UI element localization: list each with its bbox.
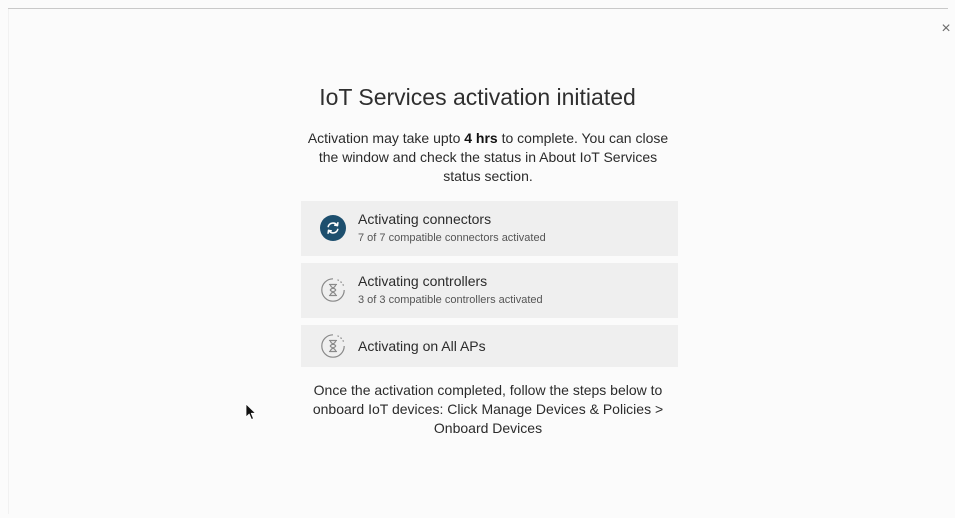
step-title: Activating controllers <box>358 273 488 289</box>
close-icon: × <box>941 20 951 37</box>
dialog-description: Activation may take upto 4 hrs to comple… <box>302 129 674 186</box>
step-subtitle: 7 of 7 compatible connectors activated <box>358 232 546 244</box>
hourglass-icon <box>321 334 345 358</box>
hourglass-icon <box>321 278 345 302</box>
step-title: Activating connectors <box>358 211 492 227</box>
step-subtitle: 3 of 3 compatible controllers activated <box>358 294 543 306</box>
modal-dialog: × IoT Services activation initiated Acti… <box>0 0 955 518</box>
dialog-title: IoT Services activation initiated <box>319 84 636 110</box>
mouse-cursor-icon <box>245 403 256 420</box>
close-button[interactable]: × <box>937 20 955 38</box>
description-text-start: Activation may take upto <box>307 130 465 146</box>
description-duration: 4 hrs <box>464 130 498 146</box>
step-title: Activating on All APs <box>358 338 486 354</box>
step-activating-connectors: Activating connectors 7 of 7 compatible … <box>301 201 678 256</box>
step-activating-controllers: Activating controllers 3 of 3 compatible… <box>301 263 678 318</box>
top-divider <box>8 8 948 9</box>
step-activating-aps: Activating on All APs <box>301 325 678 367</box>
refresh-icon <box>320 215 346 241</box>
onboarding-instructions: Once the activation completed, follow th… <box>312 382 664 436</box>
